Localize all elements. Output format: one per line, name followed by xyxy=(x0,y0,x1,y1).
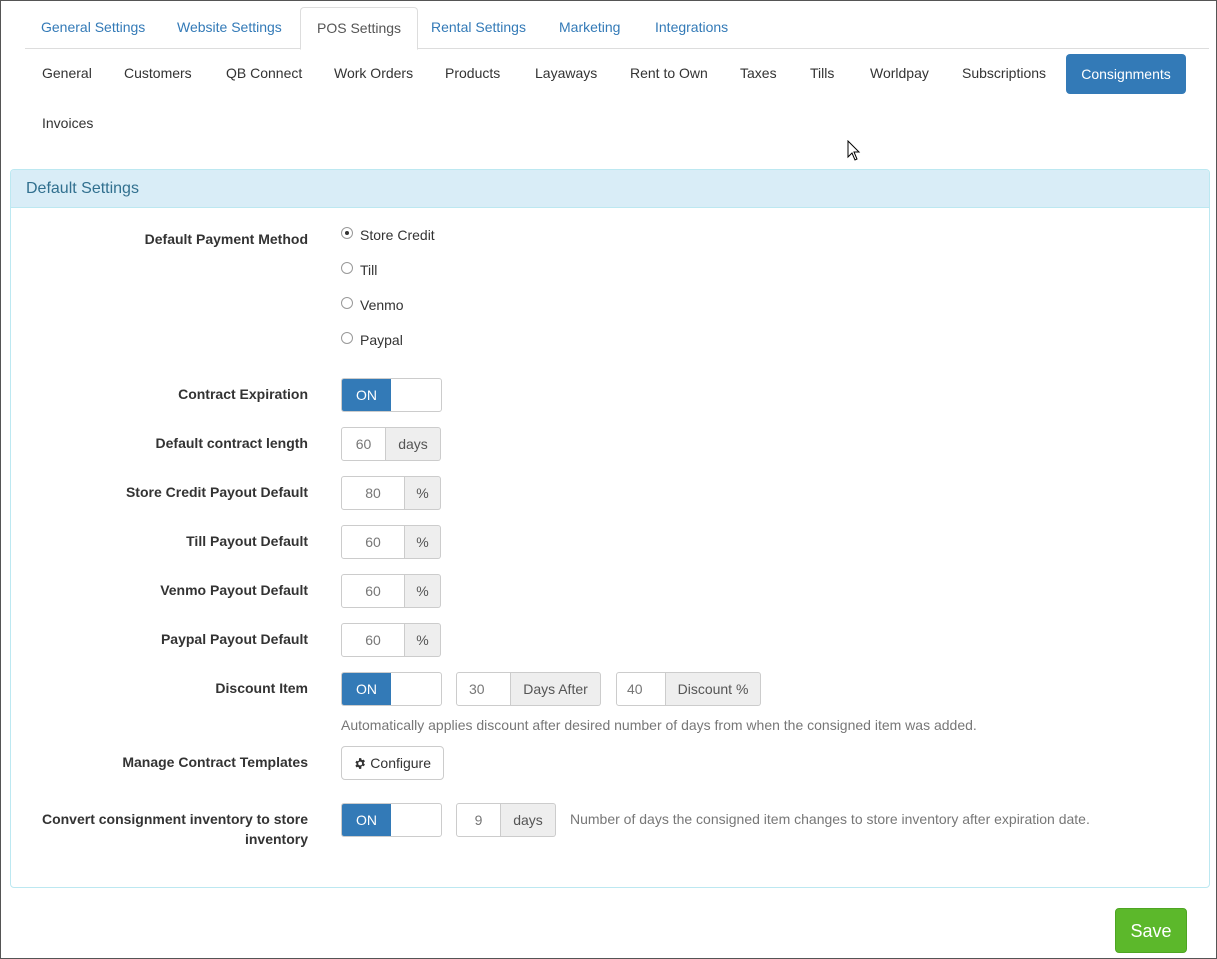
radio-store-credit[interactable]: Store Credit xyxy=(341,225,435,245)
subtab-worldpay[interactable]: Worldpay xyxy=(854,53,945,93)
subtab-customers[interactable]: Customers xyxy=(108,53,208,93)
radio-label: Venmo xyxy=(360,297,404,313)
till-payout-input[interactable]: 60 xyxy=(341,525,405,559)
till-payout-label: Till Payout Default xyxy=(186,533,308,549)
discount-percent-input[interactable]: 40 xyxy=(616,672,666,706)
radio-paypal[interactable]: Paypal xyxy=(341,330,403,350)
subtab-taxes[interactable]: Taxes xyxy=(724,53,793,93)
subtab-subscriptions[interactable]: Subscriptions xyxy=(946,53,1062,93)
radio-button-icon[interactable] xyxy=(341,332,353,344)
paypal-payout-input[interactable]: 60 xyxy=(341,623,405,657)
venmo-payout-label: Venmo Payout Default xyxy=(160,582,308,598)
contract-expiration-label: Contract Expiration xyxy=(178,386,308,402)
subtab-layaways[interactable]: Layaways xyxy=(519,53,613,93)
gear-icon xyxy=(355,757,365,769)
subtab-tills[interactable]: Tills xyxy=(794,53,850,93)
convert-days-group: 9 days xyxy=(456,803,556,837)
discount-item-label: Discount Item xyxy=(215,680,308,696)
radio-till[interactable]: Till xyxy=(341,260,377,280)
paypal-payout-group: 60 % xyxy=(341,623,441,657)
convert-help-text: Number of days the consigned item change… xyxy=(570,811,1090,827)
contract-length-label: Default contract length xyxy=(155,435,308,451)
convert-inventory-label-line2: inventory xyxy=(244,831,308,847)
store-credit-payout-group: 80 % xyxy=(341,476,441,510)
discount-item-toggle[interactable]: ON xyxy=(341,672,442,706)
payment-method-label: Default Payment Method xyxy=(144,231,308,247)
panel-title: Default Settings xyxy=(11,170,1209,208)
subtab-rent-to-own[interactable]: Rent to Own xyxy=(614,53,724,93)
radio-button-icon[interactable] xyxy=(341,227,353,239)
contract-templates-label: Manage Contract Templates xyxy=(122,754,308,770)
subtab-general[interactable]: General xyxy=(26,53,108,93)
tab-pos-settings[interactable]: POS Settings xyxy=(300,7,419,50)
top-tab-bar: General Settings Website Settings POS Se… xyxy=(25,7,1209,50)
convert-inventory-toggle[interactable]: ON xyxy=(341,803,442,837)
till-payout-group: 60 % xyxy=(341,525,441,559)
toggle-on-label: ON xyxy=(342,673,391,705)
subtab-consignments[interactable]: Consignments xyxy=(1066,54,1186,94)
percent-addon: % xyxy=(405,623,441,657)
save-button[interactable]: Save xyxy=(1115,908,1187,953)
discount-percent-group: 40 Discount % xyxy=(616,672,761,706)
days-after-addon: Days After xyxy=(511,672,601,706)
percent-addon: % xyxy=(405,574,441,608)
percent-addon: % xyxy=(405,525,441,559)
contract-length-group: 60 days xyxy=(341,427,441,461)
store-credit-payout-label: Store Credit Payout Default xyxy=(125,484,308,500)
discount-percent-addon: Discount % xyxy=(666,672,761,706)
discount-days-input[interactable]: 30 xyxy=(456,672,511,706)
subtab-work-orders[interactable]: Work Orders xyxy=(318,53,429,93)
tab-rental-settings[interactable]: Rental Settings xyxy=(415,7,542,49)
radio-venmo[interactable]: Venmo xyxy=(341,295,404,315)
convert-inventory-label-line1: Convert consignment inventory to store xyxy=(41,811,308,827)
radio-label: Store Credit xyxy=(360,227,435,243)
mouse-cursor-icon xyxy=(847,140,861,161)
store-credit-payout-input[interactable]: 80 xyxy=(341,476,405,510)
toggle-on-label: ON xyxy=(342,379,391,411)
discount-days-group: 30 Days After xyxy=(456,672,601,706)
toggle-on-label: ON xyxy=(342,804,391,836)
contract-length-unit: days xyxy=(386,427,441,461)
default-settings-panel: Default Settings xyxy=(10,169,1210,888)
radio-button-icon[interactable] xyxy=(341,297,353,309)
tab-integrations[interactable]: Integrations xyxy=(639,7,744,49)
tab-website-settings[interactable]: Website Settings xyxy=(161,7,298,49)
contract-expiration-toggle[interactable]: ON xyxy=(341,378,442,412)
tab-marketing[interactable]: Marketing xyxy=(543,7,636,49)
convert-days-unit: days xyxy=(501,803,556,837)
radio-button-icon[interactable] xyxy=(341,262,353,274)
subtab-qb-connect[interactable]: QB Connect xyxy=(210,53,318,93)
configure-button[interactable]: Configure xyxy=(341,746,444,780)
radio-label: Paypal xyxy=(360,332,403,348)
venmo-payout-group: 60 % xyxy=(341,574,441,608)
venmo-payout-input[interactable]: 60 xyxy=(341,574,405,608)
contract-length-input[interactable]: 60 xyxy=(341,427,386,461)
convert-days-input[interactable]: 9 xyxy=(456,803,501,837)
tab-general-settings[interactable]: General Settings xyxy=(25,7,161,49)
discount-help-text: Automatically applies discount after des… xyxy=(341,717,977,733)
configure-button-label: Configure xyxy=(370,755,431,771)
percent-addon: % xyxy=(405,476,441,510)
subtab-invoices[interactable]: Invoices xyxy=(26,103,109,143)
radio-label: Till xyxy=(360,262,378,278)
subtab-products[interactable]: Products xyxy=(429,53,516,93)
paypal-payout-label: Paypal Payout Default xyxy=(160,631,308,647)
